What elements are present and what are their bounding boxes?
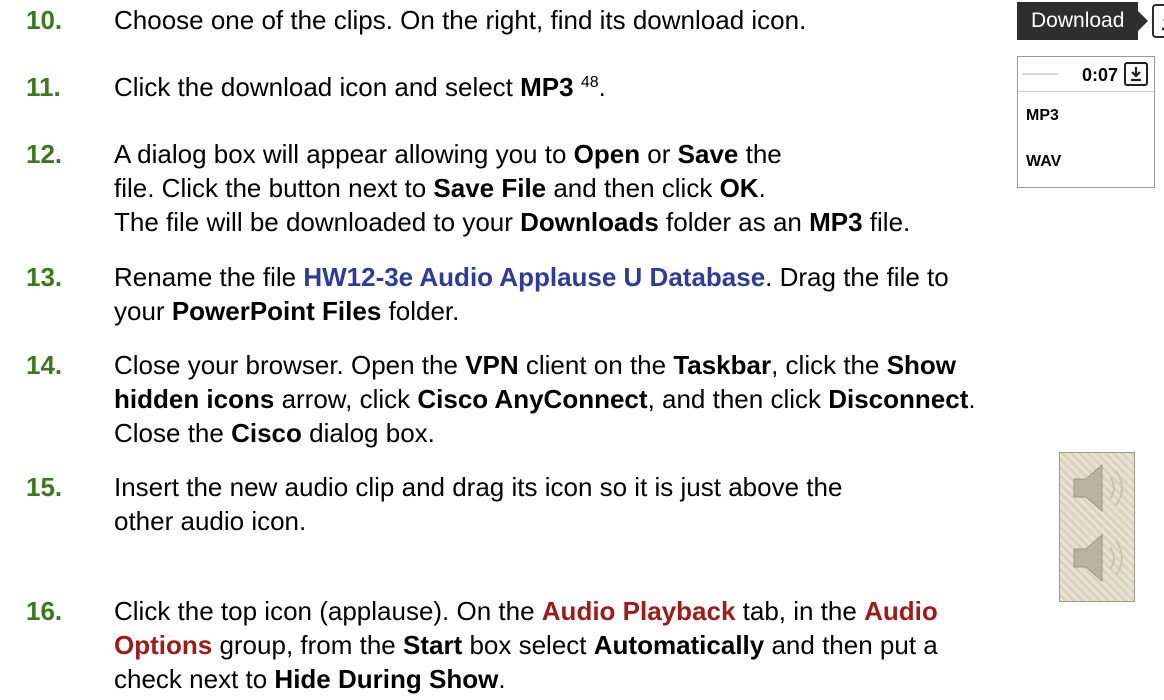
pointer-arrow-icon (1138, 11, 1149, 31)
step-text: Insert the new audio clip and drag its i… (114, 472, 843, 536)
step-text: Close your browser. Open the VPN client … (114, 350, 976, 448)
audio-icons-image (1059, 452, 1135, 602)
step-number: 10. (26, 5, 63, 35)
step-12: 12. A dialog box will appear allowing yo… (26, 137, 910, 237)
step-number: 12. (26, 139, 63, 169)
footnote-ref: 48 (580, 74, 599, 91)
step-text: Choose one of the clips. On the right, f… (114, 5, 807, 35)
option-mp3: MP3 (1026, 107, 1059, 124)
step-14: 14. Close your browser. Open the VPN cli… (26, 348, 976, 448)
speaker-icon (1073, 533, 1103, 583)
download-dropdown-image: 0:07 MP3 WAV (1017, 56, 1155, 188)
waveform (1022, 73, 1058, 75)
speaker-icon (1073, 463, 1103, 513)
step-11: 11. Click the download icon and select M… (26, 70, 606, 104)
download-button-image: Download (1017, 2, 1164, 40)
step-number: 14. (26, 350, 63, 380)
step-text: Click the download icon and select MP3 4… (114, 72, 606, 102)
step-13: 13. Rename the file HW12-3e Audio Applau… (26, 260, 949, 326)
step-number: 11. (26, 72, 61, 102)
step-number: 16. (26, 596, 63, 626)
file-name: HW12-3e Audio Applause U Database (303, 262, 766, 292)
step-text: Rename the file HW12-3e Audio Applause U… (114, 262, 949, 326)
step-16: 16. Click the top icon (applause). On th… (26, 594, 938, 694)
download-icon (1152, 4, 1164, 38)
dropdown-header: 0:07 (1018, 57, 1154, 92)
step-text: Click the top icon (applause). On the Au… (114, 596, 938, 694)
download-icon (1124, 62, 1148, 86)
step-number: 15. (26, 472, 63, 502)
step-number: 13. (26, 262, 63, 292)
step-15: 15. Insert the new audio clip and drag i… (26, 470, 842, 536)
download-label: Download (1017, 2, 1139, 40)
option-wav: WAV (1026, 153, 1062, 170)
step-10: 10. Choose one of the clips. On the righ… (26, 3, 806, 37)
step-text: A dialog box will appear allowing you to… (114, 139, 911, 237)
clip-duration: 0:07 (1082, 65, 1119, 85)
